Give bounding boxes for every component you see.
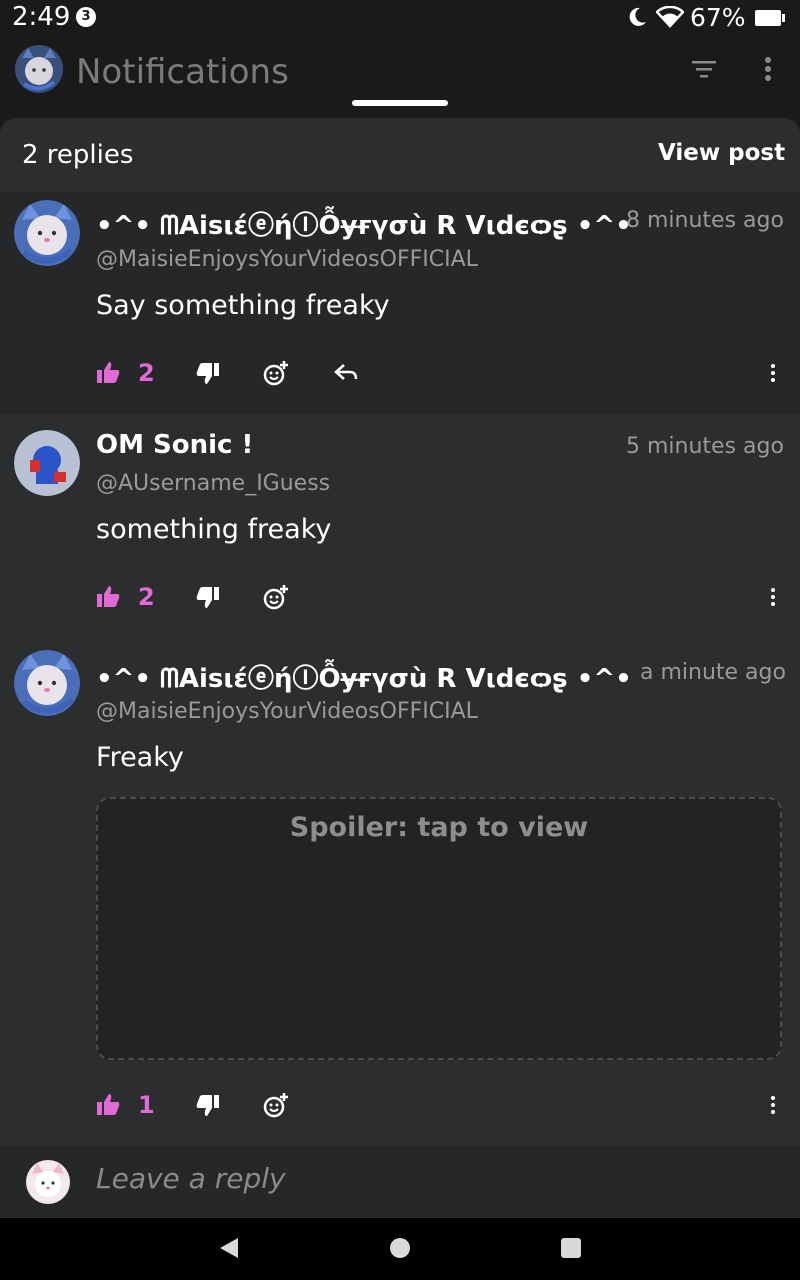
spoiler-label[interactable]: Spoiler: tap to view bbox=[96, 812, 782, 843]
my-avatar bbox=[26, 1160, 70, 1204]
add-reaction-icon[interactable] bbox=[262, 1091, 290, 1119]
comment-text: something freaky bbox=[96, 514, 332, 545]
battery-percentage: 67% bbox=[690, 3, 746, 32]
avatar[interactable] bbox=[14, 650, 80, 716]
page-title: Notifications bbox=[76, 52, 289, 92]
notification-count-badge: 3 bbox=[76, 7, 96, 27]
comment-more-icon[interactable] bbox=[766, 586, 780, 608]
status-time: 2:49 bbox=[12, 2, 71, 32]
like-count: 2 bbox=[138, 583, 155, 611]
like-icon[interactable] bbox=[94, 1091, 122, 1119]
reply-input[interactable]: Leave a reply bbox=[96, 1162, 286, 1195]
like-count: 2 bbox=[138, 359, 155, 387]
like-icon[interactable] bbox=[94, 359, 122, 387]
view-post-button[interactable]: View post bbox=[658, 140, 785, 166]
comment-handle[interactable]: @MaisieEnjoysYourVideosOFFICIAL bbox=[96, 699, 478, 724]
more-vert-icon[interactable] bbox=[758, 56, 778, 82]
comment-author[interactable]: •^• ᗰAisιέⓔήⒾỖɏғүσù R Vιdєѻʂ •^• bbox=[96, 205, 632, 242]
filter-icon[interactable] bbox=[690, 58, 718, 80]
comment-handle[interactable]: @MaisieEnjoysYourVideosOFFICIAL bbox=[96, 247, 478, 272]
battery-icon bbox=[755, 10, 785, 26]
home-icon[interactable] bbox=[389, 1237, 411, 1259]
reply-icon[interactable] bbox=[332, 359, 360, 387]
comment-text: Freaky bbox=[96, 742, 184, 773]
dislike-icon[interactable] bbox=[194, 359, 222, 387]
comment-text: Say something freaky bbox=[96, 290, 390, 321]
comment-timestamp: 8 minutes ago bbox=[626, 208, 784, 233]
replies-count: 2 replies bbox=[22, 140, 134, 170]
comment-author[interactable]: OM Sonic ! bbox=[96, 430, 253, 460]
add-reaction-icon[interactable] bbox=[262, 583, 290, 611]
avatar[interactable] bbox=[14, 430, 80, 496]
comment-more-icon[interactable] bbox=[766, 362, 780, 384]
comment-author[interactable]: •^• ᗰAisιέⓔήⒾỖɏғүσù R Vιdєѻʂ •^• bbox=[96, 658, 632, 695]
sheet-drag-handle[interactable] bbox=[352, 100, 448, 106]
do-not-disturb-moon-icon bbox=[629, 7, 646, 26]
recents-icon[interactable] bbox=[560, 1237, 582, 1259]
profile-avatar-icon[interactable] bbox=[14, 44, 64, 94]
back-icon[interactable] bbox=[218, 1236, 240, 1260]
avatar[interactable] bbox=[14, 200, 80, 266]
wifi-icon bbox=[656, 6, 684, 28]
add-reaction-icon[interactable] bbox=[262, 359, 290, 387]
comment-more-icon[interactable] bbox=[766, 1094, 780, 1116]
dislike-icon[interactable] bbox=[194, 1091, 222, 1119]
comment-handle[interactable]: @AUsername_IGuess bbox=[96, 471, 330, 496]
like-icon[interactable] bbox=[94, 583, 122, 611]
comment-timestamp: 5 minutes ago bbox=[626, 434, 784, 459]
dislike-icon[interactable] bbox=[194, 583, 222, 611]
comment-timestamp: a minute ago bbox=[640, 660, 786, 685]
like-count: 1 bbox=[138, 1091, 155, 1119]
